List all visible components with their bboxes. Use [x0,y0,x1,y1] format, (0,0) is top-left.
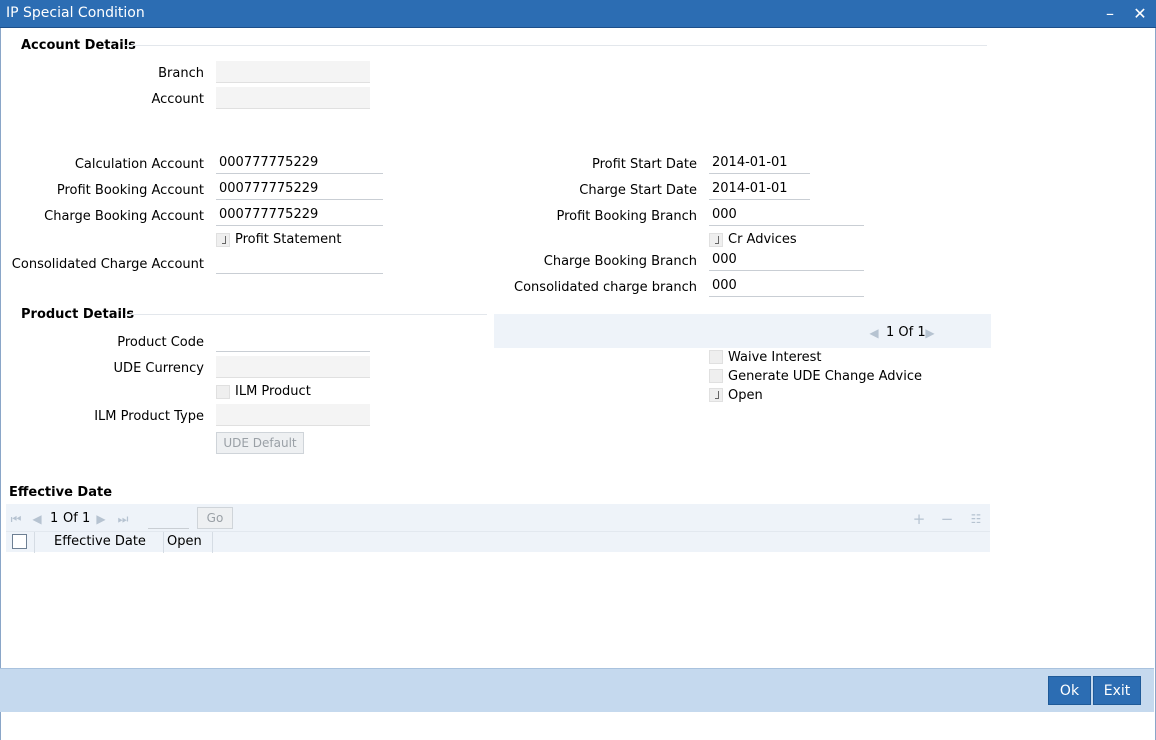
charge-booking-branch-field[interactable]: 000 [709,249,864,271]
account-field[interactable] [216,87,370,109]
open-checkbox[interactable] [709,388,723,402]
pager-total: 1 [82,511,91,526]
effective-date-grid-header: Effective Date Open [6,531,990,553]
consolidated-charge-account-label: Consolidated Charge Account [11,257,204,272]
charge-start-date-label: Charge Start Date [579,183,697,198]
cr-advices-label: Cr Advices [728,232,797,247]
waive-interest-label: Waive Interest [728,350,822,365]
footer-bar: Ok Exit [0,668,1154,712]
column-separator [34,532,35,553]
pager-of: Of [63,511,78,526]
ude-default-button[interactable]: UDE Default [216,432,304,454]
prev-page-icon[interactable]: ◀ [868,326,880,340]
charge-booking-account-field[interactable]: 000777775229 [216,204,383,226]
remove-row-icon[interactable]: − [940,512,954,527]
profit-start-date-field[interactable]: 2014-01-01 [709,152,810,174]
account-details-divider [125,45,987,46]
consolidated-charge-branch-field[interactable]: 000 [709,275,864,297]
consolidated-charge-account-field[interactable] [216,252,383,274]
consolidated-charge-branch-label: Consolidated charge branch [514,280,697,295]
page-number-input[interactable] [148,507,189,529]
profit-booking-account-field[interactable]: 000777775229 [216,178,383,200]
column-header-effective-date[interactable]: Effective Date [54,534,146,549]
window-title: IP Special Condition [6,5,145,21]
charge-booking-account-label: Charge Booking Account [44,209,204,224]
window-body [0,28,1156,740]
next-page-icon[interactable]: ▶ [924,326,936,340]
charge-booking-branch-label: Charge Booking Branch [543,254,697,269]
ude-currency-label: UDE Currency [113,361,204,376]
close-icon[interactable]: ✕ [1130,4,1150,24]
charge-start-date-field[interactable]: 2014-01-01 [709,178,810,200]
ilm-product-checkbox[interactable] [216,385,230,399]
account-details-title: Account Details [21,38,136,53]
single-view-icon[interactable]: ☷ [969,512,983,526]
product-pager-text: 1 Of 1 [886,325,926,340]
column-separator [163,532,164,553]
profit-statement-label: Profit Statement [235,232,342,247]
add-row-icon[interactable]: + [912,512,926,527]
window-titlebar: IP Special Condition – ✕ [0,0,1156,28]
account-label: Account [151,92,205,107]
effective-date-title: Effective Date [9,485,113,500]
prev-page-icon[interactable]: ◀ [31,512,43,526]
profit-booking-branch-field[interactable]: 000 [709,204,864,226]
profit-booking-branch-label: Profit Booking Branch [556,209,698,224]
open-label: Open [728,388,763,403]
last-page-icon[interactable]: ⏭ [116,512,130,526]
ilm-product-label: ILM Product [235,384,311,399]
ilm-product-type-label: ILM Product Type [94,409,204,424]
ok-button[interactable]: Ok [1048,676,1091,705]
product-details-divider [125,314,487,315]
calculation-account-field[interactable]: 000777775229 [216,152,383,174]
profit-start-date-label: Profit Start Date [591,157,697,172]
ilm-product-type-field[interactable] [216,404,370,426]
product-details-title: Product Details [21,307,135,322]
profit-statement-checkbox[interactable] [216,233,230,247]
next-page-icon[interactable]: ▶ [95,512,107,526]
calculation-account-label: Calculation Account [74,157,204,172]
product-code-field[interactable] [216,330,370,352]
cr-advices-checkbox[interactable] [709,233,723,247]
profit-booking-account-label: Profit Booking Account [56,183,204,198]
select-all-checkbox[interactable] [12,534,27,549]
first-page-icon[interactable]: ⏮ [9,512,23,526]
generate-ude-change-advice-checkbox[interactable] [709,369,723,383]
column-header-open[interactable]: Open [167,534,202,549]
exit-button[interactable]: Exit [1093,676,1141,705]
branch-field[interactable] [216,61,370,83]
minimize-icon[interactable]: – [1100,4,1120,24]
column-separator [212,532,213,553]
go-button[interactable]: Go [197,507,233,529]
product-code-label: Product Code [117,335,204,350]
branch-label: Branch [158,66,204,81]
waive-interest-checkbox[interactable] [709,350,723,364]
pager-current: 1 [50,511,59,526]
ude-currency-field[interactable] [216,356,370,378]
generate-ude-change-advice-label: Generate UDE Change Advice [728,369,922,384]
